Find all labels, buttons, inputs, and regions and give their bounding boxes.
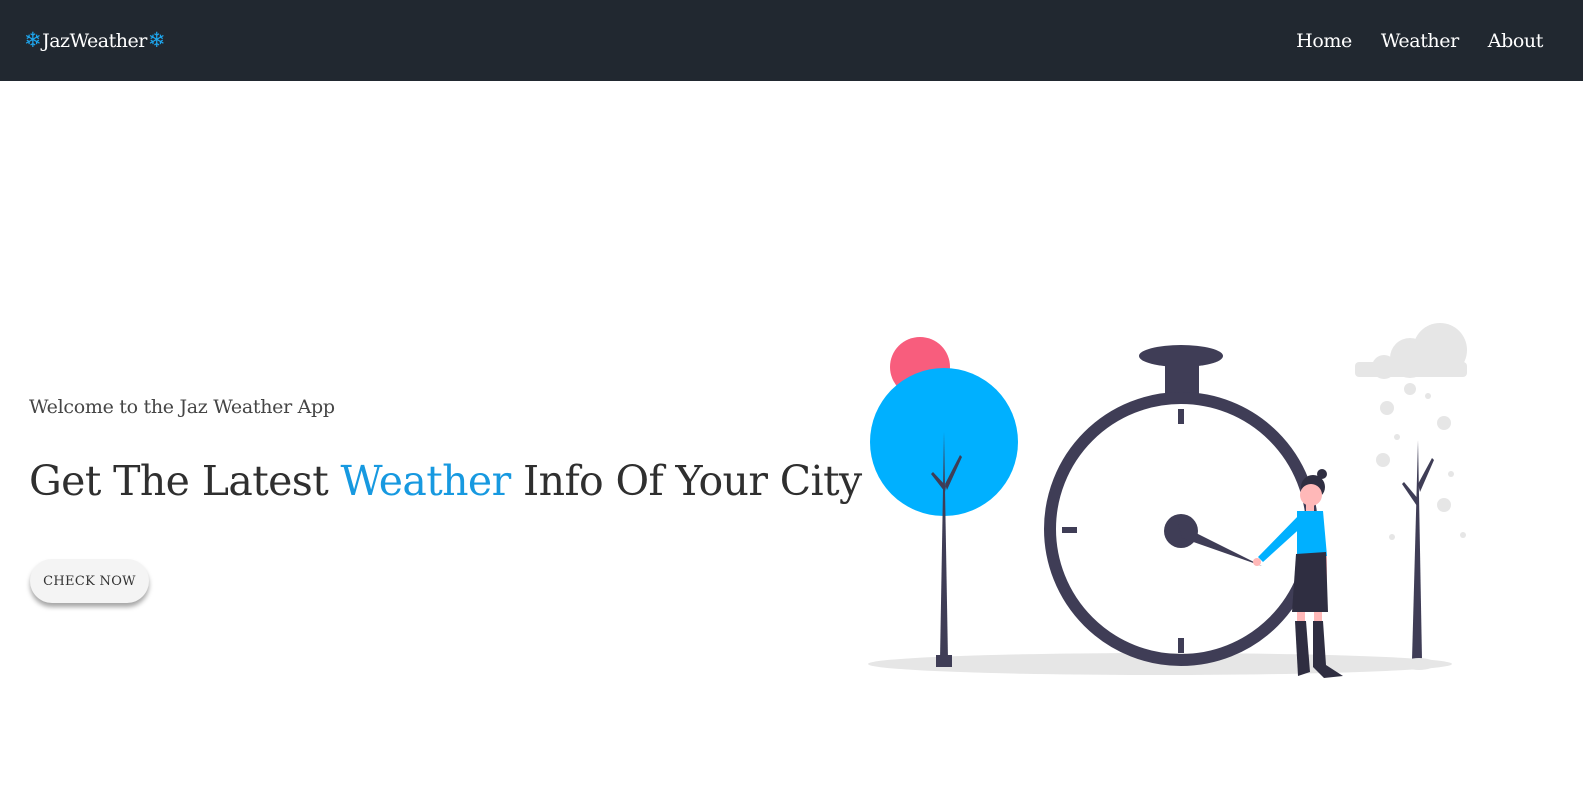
brand-name: JazWeather [42, 29, 147, 52]
woman-pointing-at-clock-illustration [868, 323, 1467, 678]
woman-figure [1253, 469, 1343, 678]
nav-link-home[interactable]: Home [1296, 30, 1352, 52]
snowflake-icon: ❄ [147, 28, 166, 52]
headline-end: Info Of Your City [510, 457, 862, 505]
check-now-button[interactable]: CHECK NOW [30, 559, 149, 603]
nav-link-about[interactable]: About [1488, 30, 1544, 52]
nav-link-weather[interactable]: Weather [1381, 30, 1459, 52]
snowflakes [1376, 383, 1466, 540]
right-tree [1402, 440, 1434, 660]
welcome-text: Welcome to the Jaz Weather App [29, 396, 335, 418]
navbar: ❄ JazWeather ❄ Home Weather About [0, 0, 1583, 81]
snowflake-icon: ❄ [24, 28, 42, 52]
brand-logo[interactable]: ❄ JazWeather ❄ [24, 30, 165, 52]
stopwatch [1044, 345, 1318, 666]
headline-start: Get The Latest [29, 457, 341, 505]
hero-headline: Get The Latest Weather Info Of Your City [29, 457, 862, 505]
nav-links: Home Weather About [1267, 30, 1543, 52]
headline-accent: Weather [340, 457, 512, 505]
snow-pile [1403, 658, 1435, 670]
cloud-icon [1355, 323, 1467, 379]
hero-intro: Welcome to the Jaz Weather App [29, 396, 335, 418]
